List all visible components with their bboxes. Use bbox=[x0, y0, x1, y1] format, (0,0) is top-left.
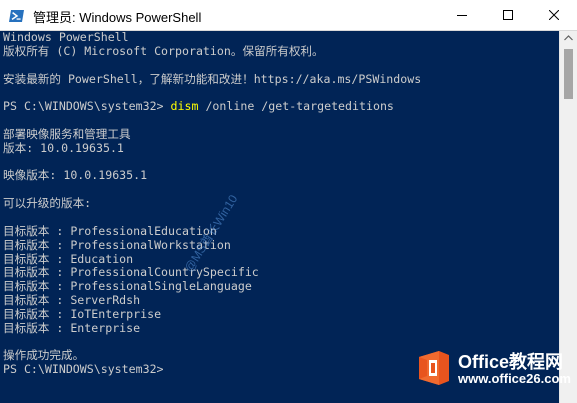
console-line: 版本: 10.0.19635.1 bbox=[3, 140, 124, 155]
close-icon bbox=[549, 10, 559, 20]
title-bar[interactable]: 管理员: Windows PowerShell bbox=[0, 0, 577, 31]
console-line: 部署映像服务和管理工具 bbox=[3, 126, 131, 141]
console-line: 版权所有 (C) Microsoft Corporation。保留所有权利。 bbox=[3, 43, 324, 58]
edition-line: 目标版本 : IoTEnterprise bbox=[3, 306, 162, 321]
console-line: 可以升级的版本: bbox=[3, 196, 92, 211]
office-logo-icon bbox=[419, 351, 449, 385]
brand-url: www.office26.com bbox=[458, 371, 571, 386]
edition-line: 目标版本 : ProfessionalWorkstation bbox=[3, 237, 231, 252]
maximize-icon bbox=[503, 10, 513, 20]
console-line: Windows PowerShell bbox=[3, 31, 129, 44]
prompt: PS C:\WINDOWS\system32> bbox=[3, 99, 164, 114]
close-button[interactable] bbox=[531, 0, 577, 30]
minimize-button[interactable] bbox=[439, 0, 485, 30]
console-line: 映像版本: 10.0.19635.1 bbox=[3, 168, 148, 183]
edition-line: 目标版本 : ServerRdsh bbox=[3, 293, 141, 308]
command-name: dism bbox=[170, 99, 199, 114]
scroll-up-arrow-icon[interactable] bbox=[564, 35, 573, 41]
edition-line: 目标版本 : ProfessionalSingleLanguage bbox=[3, 279, 252, 294]
scrollbar-thumb[interactable] bbox=[564, 49, 573, 99]
edition-line: 目标版本 : Education bbox=[3, 251, 134, 266]
maximize-button[interactable] bbox=[485, 0, 531, 30]
command-args: /online /get-targeteditions bbox=[205, 99, 394, 114]
window-title: 管理员: Windows PowerShell bbox=[33, 10, 202, 25]
edition-line: 目标版本 : Enterprise bbox=[3, 320, 141, 335]
console-line: 安装最新的 PowerShell，了解新功能和改进！https://aka.ms… bbox=[3, 71, 422, 86]
command-line: PS C:\WINDOWS\system32> dism /online /ge… bbox=[3, 99, 559, 114]
powershell-window: 管理员: Windows PowerShell Windows PowerShe… bbox=[0, 0, 577, 403]
brand-watermark: Office教程网 www.office26.com bbox=[412, 344, 572, 394]
edition-line: 目标版本 : ProfessionalEducation bbox=[3, 223, 217, 238]
minimize-icon bbox=[457, 15, 467, 16]
edition-line: 目标版本 : ProfessionalCountrySpecific bbox=[3, 265, 259, 280]
powershell-icon bbox=[9, 10, 24, 22]
